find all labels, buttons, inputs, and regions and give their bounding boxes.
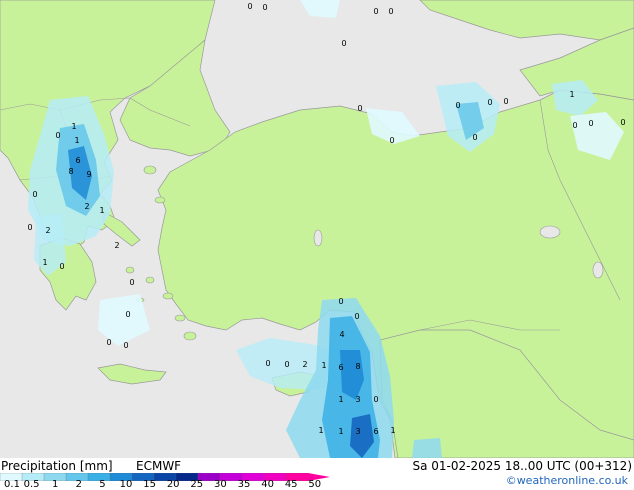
precip-label: 1 [318,426,323,435]
precip-label: 1 [569,90,574,99]
precip-label: 0 [55,131,60,140]
precip-label: 0 [354,312,359,321]
precip-label: 0 [503,97,508,106]
precip-label: 0 [338,297,343,306]
scale-tick-label: 35 [237,479,251,490]
scale-tick-label: 5 [99,479,106,490]
precip-label: 3 [355,395,360,404]
run-datetime: Sa 01-02-2025 18..00 UTC (00+312) [412,459,632,473]
precip-label: 1 [338,427,343,436]
precip-label: 0 [588,119,593,128]
precip-label: 0 [265,359,270,368]
precip-label: 0 [373,7,378,16]
precip-label: 3 [355,427,360,436]
scale-tick-label: 0.5 [23,479,40,490]
precip-label: 2 [84,202,89,211]
credit-link[interactable]: ©weatheronline.co.uk [506,474,628,487]
scale-tick-label: 2 [75,479,82,490]
precip-label: 0 [472,133,477,142]
precip-label: 8 [68,167,73,176]
color-scale-ticks: 0.1 0.5 1 2 5 10 15 20 25 30 35 40 45 50 [0,479,330,490]
precip-label: 1 [71,122,76,131]
precip-label: 2 [114,241,119,250]
precipitation-map: 0 0 0 0010 0 000 0 00001168 902 10 221 0000 00040 0 2 1… [0,0,634,458]
precip-label: 0 [487,98,492,107]
precip-label: 8 [355,362,360,371]
precip-label: 1 [390,426,395,435]
precipitation-map-screen: 0000010000000000116890210221000000040021… [0,0,634,490]
model-name: ECMWF [136,459,182,473]
scale-tick-label: 20 [166,479,180,490]
precip-label: 4 [339,330,344,339]
precip-label: 0 [247,2,252,11]
precip-label: 1 [321,361,326,370]
scale-tick-label: 10 [119,479,133,490]
precip-label: 0 [341,39,346,48]
precip-label: 1 [42,258,47,267]
precip-label: 0 [620,118,625,127]
precip-label: 6 [373,427,378,436]
precip-label: 0 [27,223,32,232]
precip-label: 0 [388,7,393,16]
scale-tick-label: 15 [143,479,156,490]
scale-tick-label: 50 [308,479,322,490]
precip-label: 6 [338,363,343,372]
scale-tick-label: 40 [261,479,274,490]
precip-label: 0 [572,121,577,130]
precip-label: 2 [302,360,307,369]
scale-tick-label: 1 [52,479,59,490]
precip-label: 0 [455,101,460,110]
precip-label: 0 [125,310,130,319]
precip-label: 0 [106,338,111,347]
scale-tick-label: 30 [214,479,227,490]
precip-label: 0 [262,3,267,12]
precip-label: 0 [389,136,394,145]
precip-label: 0 [123,341,128,350]
precip-label: 1 [74,136,79,145]
precip-label: 6 [75,156,80,165]
precip-label: 0 [284,360,289,369]
precip-label: 0 [357,104,362,113]
precip-label: 0 [373,395,378,404]
precip-label: 1 [338,395,343,404]
precip-label: 2 [45,226,50,235]
precip-label: 0 [59,262,64,271]
precip-label: 0 [129,278,134,287]
legend-title: Precipitation [mm] [1,459,113,473]
precip-label: 1 [99,206,104,215]
scale-tick-label: 25 [190,479,204,490]
precip-label: 9 [86,170,91,179]
scale-tick-label: 45 [284,479,298,490]
precip-label: 0 [32,190,37,199]
scale-tick-label: 0.1 [4,479,20,490]
